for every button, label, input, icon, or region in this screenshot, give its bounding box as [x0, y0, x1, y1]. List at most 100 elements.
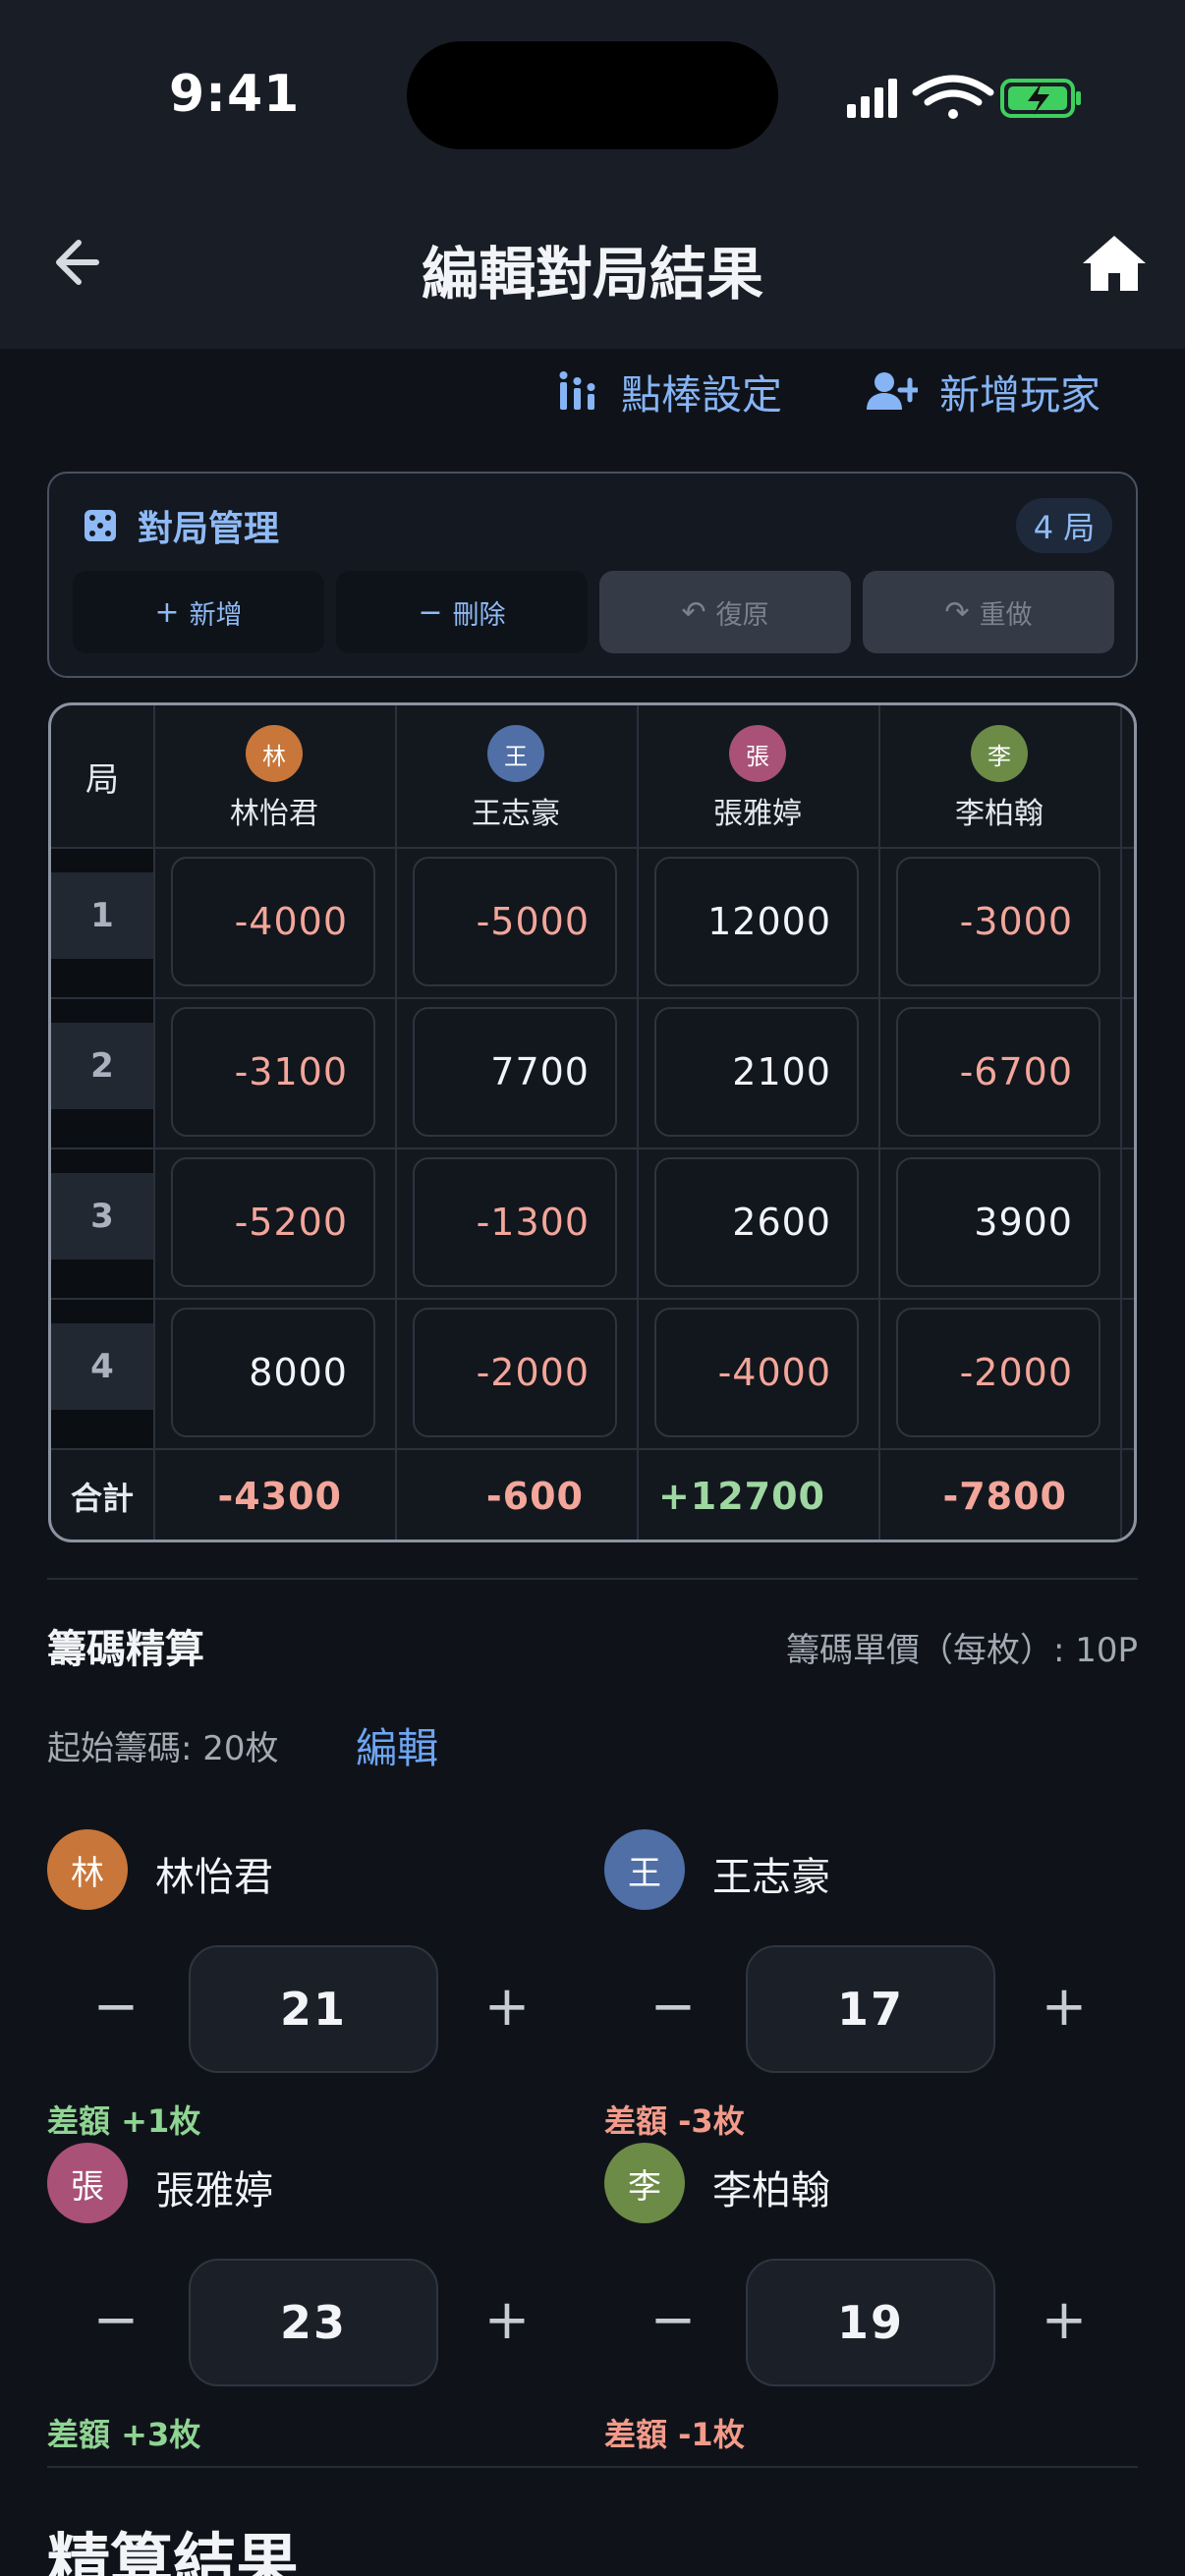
score-input[interactable]: -3000: [896, 857, 1100, 986]
chip-unit-price: 籌碼單價（每枚）: 10P: [785, 1631, 1138, 1670]
player-name: 王志豪: [712, 1855, 830, 1900]
player-column-header: 李 李柏翰: [878, 705, 1120, 847]
increment-button[interactable]: +: [478, 1975, 536, 2039]
redo-label: 重做: [979, 599, 1033, 631]
page-title: 編輯對局結果: [421, 241, 763, 308]
signal-wifi-battery-icon: [847, 75, 1081, 119]
chip-count-input[interactable]: 19: [746, 2259, 995, 2386]
stick-settings-label: 點棒設定: [621, 371, 782, 419]
score-input[interactable]: -5000: [413, 857, 617, 986]
score-input[interactable]: 12000: [654, 857, 859, 986]
score-input[interactable]: -3100: [171, 1007, 375, 1137]
avatar: 李: [604, 2143, 685, 2223]
player-name: 李柏翰: [712, 2168, 830, 2213]
decrement-button[interactable]: −: [86, 2288, 145, 2352]
increment-button[interactable]: +: [478, 2288, 536, 2352]
decrement-button[interactable]: −: [644, 2288, 703, 2352]
chip-count-input[interactable]: 23: [189, 2259, 438, 2386]
player-name: 張雅婷: [713, 797, 802, 831]
total-label: 合計: [70, 1480, 134, 1517]
chip-diff: 差額 +1枚: [47, 2102, 201, 2140]
grid-line: [51, 847, 1134, 849]
score-input[interactable]: 7700: [413, 1007, 617, 1137]
chip-player-card: 張 張雅婷 − 23 + 差額 +3枚: [47, 2143, 558, 2457]
user-add-icon: [867, 372, 918, 410]
score-input[interactable]: -4000: [654, 1308, 859, 1437]
avatar: 張: [729, 725, 786, 782]
score-input[interactable]: -5200: [171, 1157, 375, 1287]
decrement-button[interactable]: −: [86, 1975, 145, 2039]
grid-line: [1120, 705, 1122, 1540]
player-name: 王志豪: [472, 797, 560, 831]
player-name: 林怡君: [230, 797, 318, 831]
chip-player-card: 王 王志豪 − 17 + 差額 -3枚: [604, 1829, 1115, 2144]
redo-icon: ↷: [944, 594, 970, 630]
round-count-badge: 4 局: [1016, 498, 1112, 553]
status-time: 9:41: [169, 65, 301, 124]
chip-count-input[interactable]: 21: [189, 1945, 438, 2073]
delete-round-label: 刪除: [452, 599, 506, 631]
total-value: +12700: [657, 1475, 825, 1518]
score-input[interactable]: 3900: [896, 1157, 1100, 1287]
chip-count-input[interactable]: 17: [746, 1945, 995, 2073]
player-name: 林怡君: [155, 1855, 273, 1900]
delete-round-button[interactable]: − 刪除: [336, 571, 588, 653]
round-number: 2: [90, 1046, 114, 1086]
score-input[interactable]: 2600: [654, 1157, 859, 1287]
avatar: 林: [47, 1829, 128, 1910]
score-input[interactable]: -2000: [896, 1308, 1100, 1437]
divider: [47, 2466, 1138, 2468]
dice-icon: [85, 510, 116, 541]
round-number: 3: [90, 1197, 114, 1236]
avatar: 林: [246, 725, 303, 782]
edit-start-chips-link[interactable]: 編輯: [356, 1715, 438, 1775]
bar-chart-icon: [559, 371, 595, 410]
chip-section-title: 籌碼精算: [47, 1627, 204, 1672]
dynamic-island: [407, 41, 778, 149]
chip-player-card: 林 林怡君 − 21 + 差額 +1枚: [47, 1829, 558, 2144]
home-button[interactable]: [1079, 232, 1150, 295]
chip-diff: 差額 -3枚: [604, 2102, 745, 2140]
increment-button[interactable]: +: [1035, 2288, 1094, 2352]
player-column-header: 張 張雅婷: [637, 705, 878, 847]
decrement-button[interactable]: −: [644, 1975, 703, 2039]
settlement-result-title: 精算結果: [47, 2528, 299, 2576]
total-value: -4300: [217, 1475, 342, 1518]
add-round-label: 新增: [189, 599, 243, 631]
score-input[interactable]: -4000: [171, 857, 375, 986]
home-icon: [1083, 236, 1146, 291]
undo-label: 復原: [715, 599, 769, 631]
add-round-button[interactable]: + 新增: [73, 571, 324, 653]
avatar: 王: [604, 1829, 685, 1910]
add-player-button[interactable]: 新增玩家: [865, 360, 1100, 422]
grid-line: [51, 1298, 1134, 1300]
redo-button[interactable]: ↷ 重做: [863, 571, 1114, 653]
total-value: -600: [485, 1475, 584, 1518]
avatar: 張: [47, 2143, 128, 2223]
round-column-header: 局: [85, 759, 119, 800]
score-table: 局 林 林怡君 王 王志豪 張 張雅婷 李 李柏翰 1 2 3 4 -4000 …: [48, 702, 1137, 1542]
chip-player-card: 李 李柏翰 − 19 + 差額 -1枚: [604, 2143, 1115, 2457]
increment-button[interactable]: +: [1035, 1975, 1094, 2039]
score-input[interactable]: -6700: [896, 1007, 1100, 1137]
round-number: 1: [90, 896, 114, 935]
score-input[interactable]: 8000: [171, 1308, 375, 1437]
undo-button[interactable]: ↶ 復原: [599, 571, 851, 653]
minus-icon: −: [418, 594, 443, 630]
score-input[interactable]: -2000: [413, 1308, 617, 1437]
add-player-label: 新增玩家: [939, 371, 1100, 419]
stick-settings-button[interactable]: 點棒設定: [558, 360, 782, 422]
round-number: 4: [90, 1347, 114, 1386]
divider: [47, 1578, 1138, 1580]
grid-line: [51, 997, 1134, 999]
player-column-header: 林 林怡君: [153, 705, 395, 847]
avatar: 李: [971, 725, 1028, 782]
plus-icon: +: [154, 594, 180, 630]
status-icons: [847, 73, 1083, 124]
score-input[interactable]: -1300: [413, 1157, 617, 1287]
start-chips-label: 起始籌碼: 20枚: [47, 1729, 279, 1768]
score-input[interactable]: 2100: [654, 1007, 859, 1137]
panel-title: 對局管理: [85, 500, 279, 551]
total-value: -7800: [942, 1475, 1067, 1518]
player-column-header: 王 王志豪: [395, 705, 637, 847]
